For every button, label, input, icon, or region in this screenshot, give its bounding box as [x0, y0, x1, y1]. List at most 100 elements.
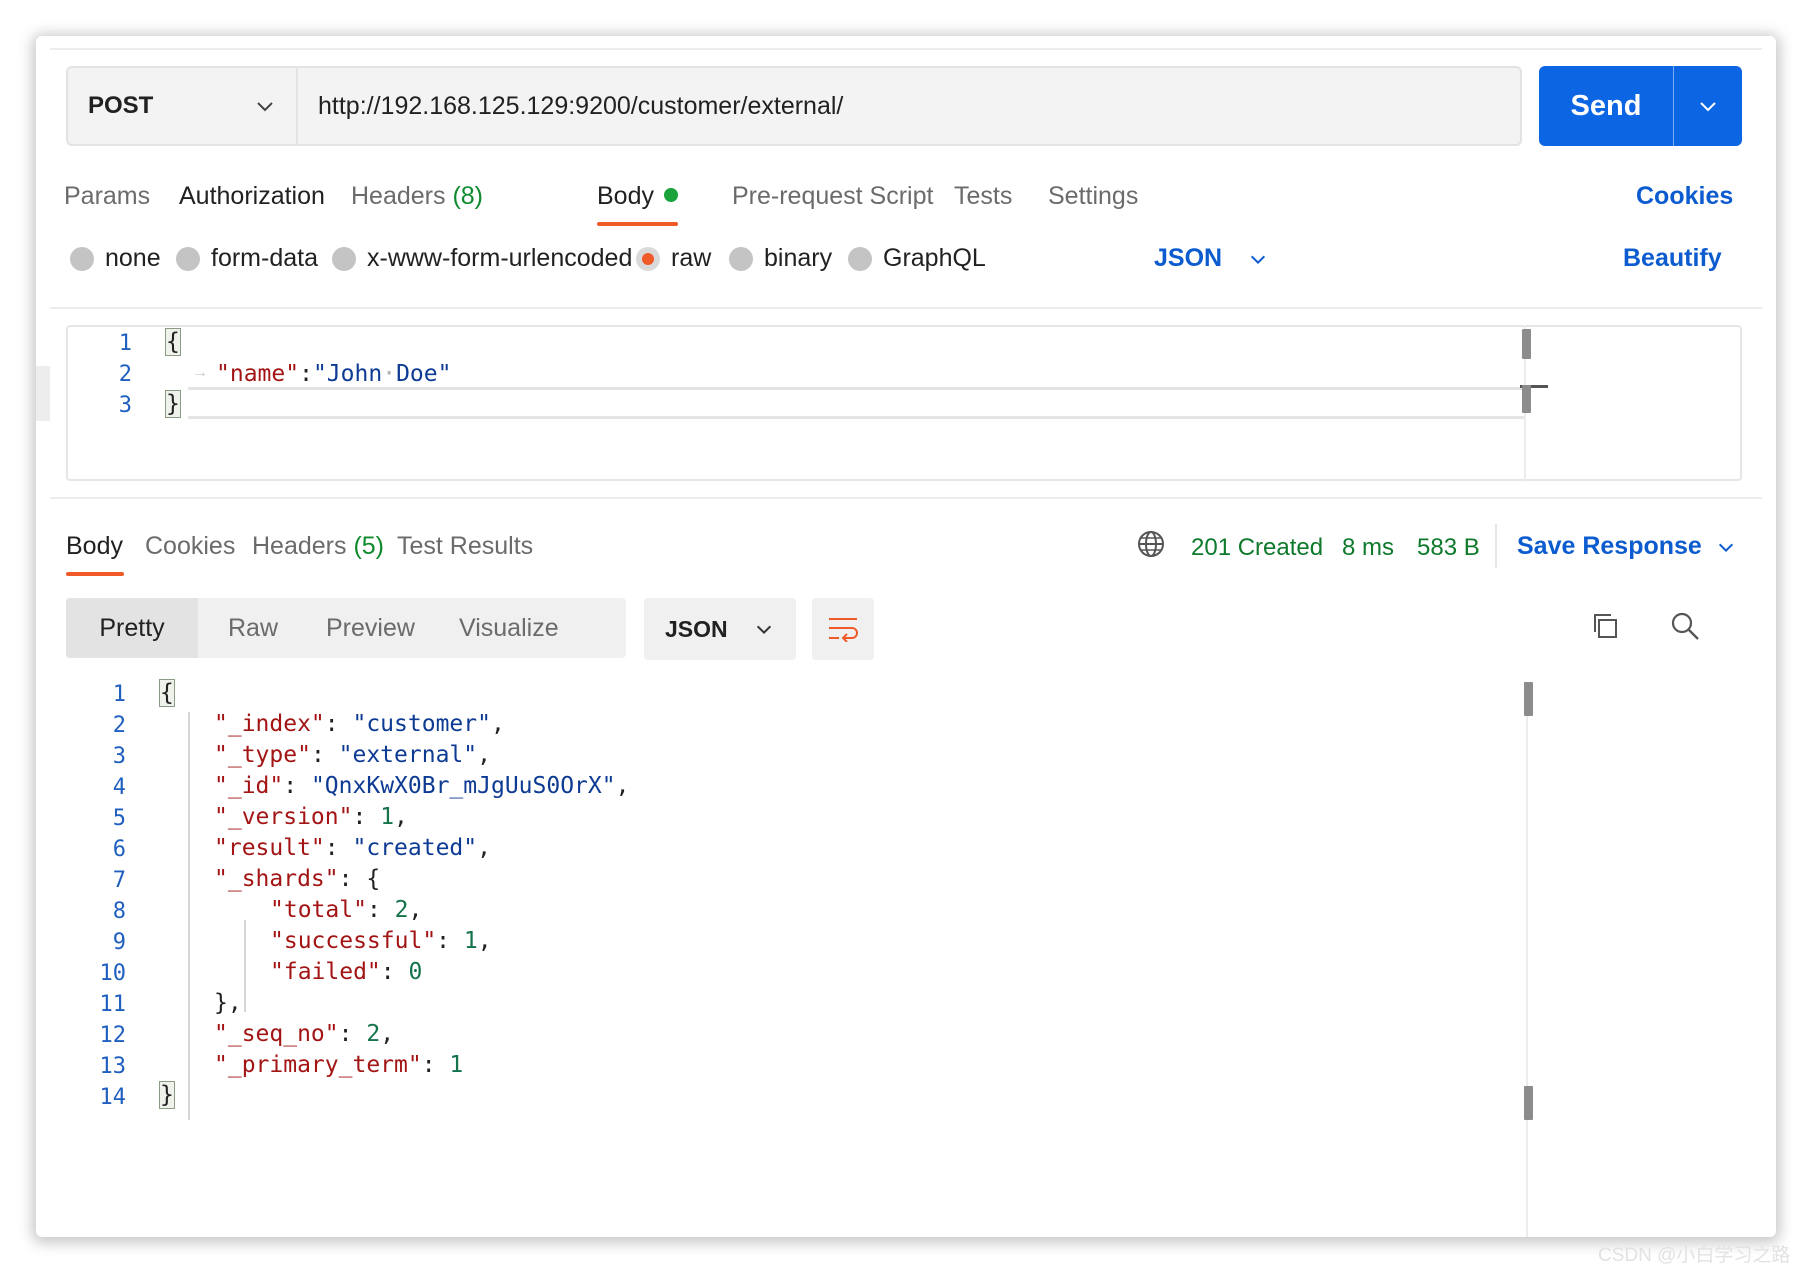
copy-icon[interactable]: [1590, 611, 1620, 641]
code-line-3: }: [165, 390, 181, 418]
line-number: 8: [112, 899, 126, 924]
line-number: 2: [112, 713, 126, 738]
radio-raw[interactable]: raw: [636, 244, 711, 273]
url-input[interactable]: http://192.168.125.129:9200/customer/ext…: [296, 66, 1522, 146]
code-line-5: "_version": 1,: [214, 804, 408, 830]
code-line-7: "_shards": {: [214, 866, 381, 892]
response-format-select[interactable]: JSON: [644, 598, 796, 660]
response-size[interactable]: 583 B: [1417, 534, 1480, 562]
response-view-switch: Pretty Raw Preview Visualize: [66, 598, 626, 658]
tab-arrow-icon: →: [192, 364, 208, 381]
chevron-down-icon: [1718, 543, 1733, 552]
tab-authorization[interactable]: Authorization: [179, 182, 325, 211]
line-number: 11: [99, 992, 127, 1017]
radio-form-data[interactable]: form-data: [176, 244, 318, 273]
radio-circle: [176, 246, 200, 271]
tab-headers-label: Headers: [351, 182, 446, 210]
line-number: 7: [112, 868, 126, 893]
view-pretty[interactable]: Pretty: [66, 598, 198, 658]
search-icon[interactable]: [1670, 611, 1700, 641]
left-edge-marker: [36, 366, 50, 421]
response-body-viewer[interactable]: 1 2 3 4 5 6 7 8 9 10 11 12 13 14 { "_ind…: [66, 679, 1742, 1237]
viewer-scrollbar-thumb[interactable]: [1524, 682, 1533, 716]
chevron-down-icon: [257, 102, 273, 112]
code-line-9: "successful": 1,: [270, 928, 492, 954]
view-preview[interactable]: Preview: [326, 598, 415, 658]
radio-label: GraphQL: [883, 244, 986, 272]
editor-scrollbar-thumb[interactable]: [1522, 329, 1531, 359]
code-line-11: },: [214, 990, 242, 1016]
method-label: POST: [88, 92, 154, 119]
tab-tests[interactable]: Tests: [954, 182, 1012, 211]
code-line-12: "_seq_no": 2,: [214, 1021, 395, 1047]
matched-brace: {: [159, 679, 175, 707]
radio-circle-selected: [636, 246, 660, 271]
cookies-link[interactable]: Cookies: [1636, 182, 1733, 211]
active-tab-indicator: [66, 572, 124, 576]
code-line-10: "failed": 0: [270, 959, 423, 985]
line-number: 3: [118, 393, 132, 418]
body-indicator-dot: [663, 188, 678, 202]
radio-binary[interactable]: binary: [729, 244, 832, 273]
send-label: Send: [1570, 89, 1642, 122]
body-language-label: JSON: [1154, 244, 1223, 272]
line-number: 3: [112, 744, 126, 769]
radio-none[interactable]: none: [70, 244, 161, 273]
line-number: 4: [112, 775, 126, 800]
tab-headers[interactable]: Headers (8): [351, 182, 483, 211]
save-response-button[interactable]: Save Response: [1517, 532, 1736, 561]
chevron-down-icon: [1700, 102, 1716, 112]
line-number: 2: [118, 362, 132, 387]
response-tab-headers-count: (5): [353, 532, 385, 560]
radio-x-www-form-urlencoded[interactable]: x-www-form-urlencoded: [332, 244, 632, 273]
tab-settings[interactable]: Settings: [1048, 182, 1138, 211]
indent-guide: [244, 920, 246, 1012]
method-select[interactable]: POST: [66, 66, 296, 146]
line-number: 9: [112, 930, 126, 955]
response-tab-test-results[interactable]: Test Results: [397, 532, 533, 561]
line-number: 1: [112, 682, 126, 707]
meta-divider: [1495, 524, 1497, 568]
response-tab-headers[interactable]: Headers (5): [252, 532, 384, 561]
response-tab-body[interactable]: Body: [66, 532, 123, 561]
tab-pre-request-script[interactable]: Pre-request Script: [732, 182, 933, 211]
radio-label: none: [105, 244, 161, 272]
radio-graphql[interactable]: GraphQL: [848, 244, 986, 273]
chevron-down-icon: [1251, 255, 1266, 264]
radio-label: x-www-form-urlencoded: [367, 244, 633, 272]
active-line-highlight: [188, 387, 1524, 419]
line-number: 14: [99, 1085, 127, 1110]
response-tab-headers-label: Headers: [252, 532, 347, 560]
section-divider: [50, 497, 1762, 499]
code-line-3: "_type": "external",: [214, 742, 491, 768]
matched-brace: }: [165, 390, 181, 418]
beautify-button[interactable]: Beautify: [1623, 244, 1722, 273]
radio-label: raw: [671, 244, 712, 272]
indent-guide: [188, 712, 190, 1120]
body-language-select[interactable]: JSON: [1154, 244, 1268, 273]
watermark: CSDN @小白学习之路: [1598, 1245, 1791, 1266]
view-visualize[interactable]: Visualize: [459, 598, 559, 658]
wrap-lines-icon: [829, 618, 858, 642]
radio-circle: [729, 246, 753, 271]
send-options-button[interactable]: [1674, 95, 1742, 117]
request-body-editor[interactable]: 1 2 3 { → "name":"John·Doe" }: [66, 325, 1742, 481]
tab-params[interactable]: Params: [64, 182, 150, 211]
line-number: 1: [118, 331, 132, 356]
view-raw[interactable]: Raw: [228, 598, 278, 658]
line-number: 12: [99, 1023, 127, 1048]
response-status[interactable]: 201 Created: [1191, 534, 1323, 562]
viewer-scrollbar-marker: [1524, 1086, 1533, 1120]
response-time[interactable]: 8 ms: [1342, 534, 1394, 562]
globe-icon[interactable]: [1135, 528, 1167, 560]
radio-circle: [848, 246, 872, 271]
radio-label: binary: [764, 244, 833, 272]
send-button[interactable]: Send: [1539, 66, 1742, 146]
wrap-lines-button[interactable]: [812, 598, 874, 660]
response-tab-cookies[interactable]: Cookies: [145, 532, 235, 561]
code-line-6: "result": "created",: [214, 835, 491, 861]
matched-brace: }: [159, 1081, 175, 1109]
code-line-1: {: [165, 328, 181, 356]
viewer-scrollbar-track[interactable]: [1526, 682, 1528, 1237]
tab-body[interactable]: Body: [597, 182, 678, 211]
